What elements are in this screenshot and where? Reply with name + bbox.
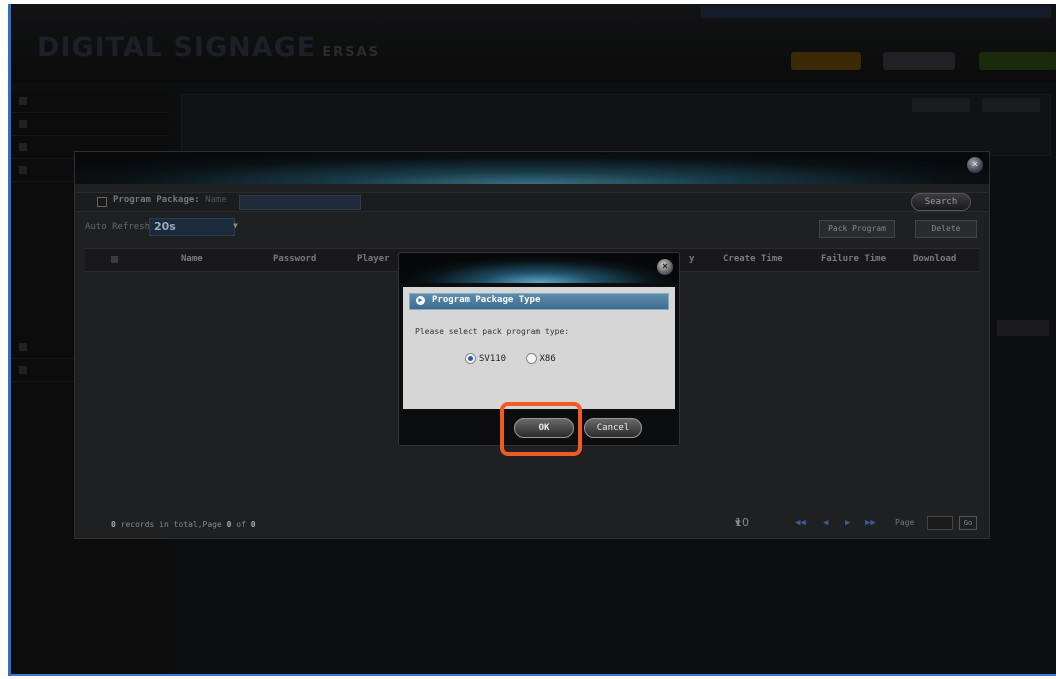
sidebar-item-1[interactable]: [11, 90, 169, 113]
page-size-select[interactable]: 10 ▾: [735, 516, 749, 529]
column-header-name[interactable]: Name: [181, 254, 203, 264]
page-number-input[interactable]: [927, 516, 953, 530]
package-toolbar: Program Package: Name Search: [75, 192, 989, 212]
column-header-password[interactable]: Password: [273, 254, 316, 264]
package-label: Program Package: Name: [113, 195, 227, 205]
background-right-button[interactable]: [997, 320, 1049, 336]
top-bar: DIGITAL SIGNAGE ERSAS: [11, 4, 1056, 82]
pack-program-button[interactable]: Pack Program: [819, 220, 895, 238]
prev-page-icon[interactable]: ◀: [823, 518, 828, 528]
column-header-create-time[interactable]: Create Time: [723, 254, 783, 264]
select-all-checkbox[interactable]: [111, 256, 118, 263]
player-icon: [19, 165, 27, 174]
next-page-icon[interactable]: ▶: [845, 518, 850, 528]
package-type-options: SV110 X86: [465, 353, 570, 364]
top-button-gray[interactable]: [883, 52, 955, 70]
monitor-icon: [19, 342, 27, 351]
column-header-failure-time[interactable]: Failure Time: [821, 254, 886, 264]
top-button-orange[interactable]: [791, 52, 861, 70]
sidebar-item-2[interactable]: [11, 113, 169, 136]
table-footer: 0 records in total,Page 0 of 0 10 ▾ ◀◀ ◀…: [85, 514, 979, 534]
dialog-header: ▶ Program Package Type: [409, 293, 669, 310]
column-header-download[interactable]: Download: [913, 254, 956, 264]
page-label: Page: [895, 518, 915, 527]
option-sv110[interactable]: SV110: [465, 353, 506, 364]
go-button[interactable]: Go: [959, 516, 977, 530]
app-logo: DIGITAL SIGNAGE ERSAS: [37, 32, 380, 63]
modal-close-icon[interactable]: ×: [967, 157, 983, 173]
search-button[interactable]: Search: [911, 193, 971, 211]
auto-refresh-label: Auto Refresh: [85, 222, 151, 232]
dialog-prompt: Please select pack program type:: [415, 327, 570, 336]
records-summary: 0 records in total,Page 0 of 0: [111, 520, 256, 529]
media-icon: [19, 119, 27, 128]
chevron-down-icon[interactable]: ▼: [233, 218, 243, 234]
radio-x86[interactable]: [525, 353, 537, 364]
radio-sv110[interactable]: [465, 353, 476, 364]
cancel-button[interactable]: Cancel: [584, 418, 642, 438]
delete-button[interactable]: Delete: [915, 220, 977, 238]
package-name-input[interactable]: [239, 195, 361, 210]
top-status-strip: [701, 6, 1051, 18]
auto-refresh-select[interactable]: 20s: [149, 218, 235, 236]
first-page-icon[interactable]: ◀◀: [795, 518, 806, 528]
dialog-header-text: Program Package Type: [432, 295, 541, 305]
column-header-player[interactable]: Player: [357, 254, 390, 264]
column-header-partial[interactable]: y: [689, 254, 694, 264]
home-icon: [19, 96, 27, 105]
window-bottom-border: [11, 674, 1056, 676]
system-icon: [19, 365, 27, 374]
package-checkbox[interactable]: [97, 197, 107, 207]
option-x86[interactable]: X86: [525, 353, 556, 364]
background-button-1[interactable]: [912, 98, 970, 112]
top-button-green[interactable]: [979, 52, 1056, 70]
last-page-icon[interactable]: ▶▶: [865, 518, 876, 528]
dialog-title-bar: [399, 253, 679, 283]
arrow-right-icon: ▶: [416, 296, 425, 305]
ok-highlight-annotation: [500, 402, 582, 456]
modal-title-bar: [75, 152, 989, 184]
background-button-2[interactable]: [982, 98, 1040, 112]
background-panel: [181, 94, 1051, 156]
program-icon: [19, 142, 27, 151]
dialog-close-icon[interactable]: ×: [657, 259, 673, 275]
